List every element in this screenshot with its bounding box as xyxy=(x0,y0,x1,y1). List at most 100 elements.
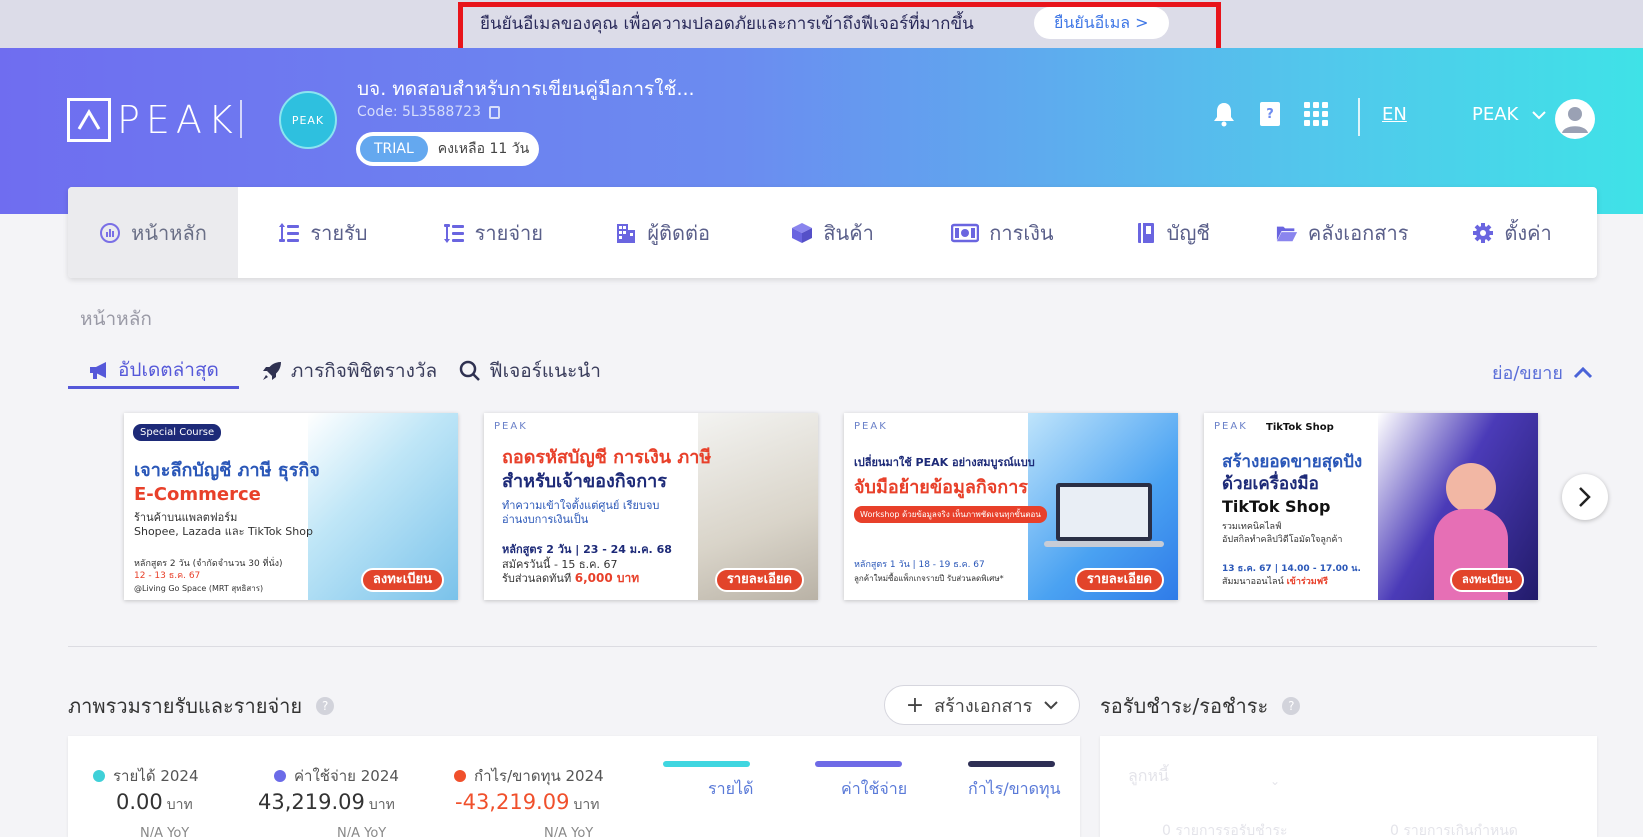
peak-logo-mark-icon xyxy=(67,98,111,142)
peak-mini-logo: PEAK xyxy=(1214,421,1248,432)
user-menu[interactable]: PEAK xyxy=(1472,104,1546,125)
verify-email-button[interactable]: ยืนยันอีเมล > xyxy=(1034,7,1169,39)
nav-item-accounting[interactable]: บัญชี xyxy=(1087,187,1257,278)
nav-item-contacts[interactable]: ผู้ติดต่อ xyxy=(578,187,748,278)
register-button[interactable]: ลงทะเบียน xyxy=(360,568,444,592)
banner-text: รับส่วนลดทันที xyxy=(502,572,572,585)
nav-label: คลังเอกสาร xyxy=(1307,220,1409,245)
legend-profit-label[interactable]: กำไร/ขาดทุน xyxy=(968,777,1061,802)
banner-text: สมัครวันนี้ - 15 ธ.ค. 67 xyxy=(502,558,618,571)
chevron-down-icon xyxy=(1044,701,1059,710)
promo-banner-data-migration[interactable]: PEAK เปลี่ยนมาใช้ PEAK อย่างสมบูรณ์แบบ จ… xyxy=(844,413,1178,600)
collapse-toggle[interactable]: ย่อ/ขยาย xyxy=(1492,358,1593,387)
stat-income-label: รายได้ 2024 xyxy=(93,764,199,788)
nav-item-settings[interactable]: ตั้งค่า xyxy=(1427,187,1597,278)
stat-label-text: ค่าใช้จ่าย 2024 xyxy=(294,767,399,785)
ledger-icon xyxy=(1135,222,1157,244)
banner-title: สำหรับเจ้าของกิจการ xyxy=(502,471,667,492)
nav-item-home[interactable]: หน้าหลัก xyxy=(68,187,238,278)
carousel-next-button[interactable] xyxy=(1562,474,1608,520)
chevron-down-icon xyxy=(1532,111,1546,120)
company-name[interactable]: บจ. ทดสอบสำหรับการเขียนคู่มือการใช้... xyxy=(357,74,695,104)
apps-grid-icon[interactable] xyxy=(1302,100,1330,128)
banner-text: อัปสกิลทำคลิปวิดีโอมัดใจลูกค้า xyxy=(1222,535,1343,545)
nav-label: รายจ่าย xyxy=(474,220,543,245)
stat-unit: บาท xyxy=(368,797,395,813)
stat-profit-value: -43,219.09 บาท xyxy=(455,790,599,816)
legend-expense-label[interactable]: ค่าใช้จ่าย xyxy=(841,777,907,802)
legend-income-bar xyxy=(663,761,750,767)
banner-text: อ่านงบการเงินเป็น xyxy=(502,513,589,526)
banner-title-accent: E-Commerce xyxy=(134,484,261,505)
income-dot xyxy=(93,770,105,782)
tab-missions[interactable]: ภารกิจพิชิตรางวัล xyxy=(261,353,437,389)
create-document-button[interactable]: + สร้างเอกสาร xyxy=(884,685,1080,725)
tab-features[interactable]: ฟีเจอร์แนะนำ xyxy=(459,353,601,389)
stat-unit: บาท xyxy=(166,797,193,813)
dashboard-gauge-icon xyxy=(99,222,121,244)
banner-text: รวมเทคนิคไลฟ์ xyxy=(1222,522,1282,532)
legend-profit-bar xyxy=(968,761,1055,767)
gear-icon xyxy=(1472,222,1494,244)
banner-title-accent: จับมือย้ายข้อมูลกิจการ xyxy=(854,477,1028,498)
stat-profit-label: กำไร/ขาดทุน 2024 xyxy=(454,764,604,788)
banner-title: เจาะลึกบัญชี ภาษี ธุรกิจ xyxy=(134,460,320,481)
expense-dot xyxy=(274,770,286,782)
tiktok-shop-label: TikTok Shop xyxy=(1266,422,1334,433)
nav-label: ผู้ติดต่อ xyxy=(647,220,711,245)
details-button[interactable]: รายละเอียด xyxy=(1074,568,1164,592)
collapse-label: ย่อ/ขยาย xyxy=(1492,363,1563,384)
nav-item-finance[interactable]: การเงิน xyxy=(918,187,1088,278)
trial-status[interactable]: TRIAL คงเหลือ 11 วัน xyxy=(356,132,539,166)
banner-title: TikTok Shop xyxy=(1222,497,1331,516)
peak-logo[interactable]: PEAK xyxy=(67,98,239,142)
help-icon[interactable]: ? xyxy=(1282,697,1301,715)
stat-expense-label: ค่าใช้จ่าย 2024 xyxy=(274,764,399,788)
laptop-base xyxy=(1044,541,1164,547)
header-divider-right xyxy=(1358,98,1360,136)
details-button[interactable]: รายละเอียด xyxy=(714,568,804,592)
banner-discount: รับส่วนลดทันที 6,000 บาท xyxy=(502,572,639,586)
nav-item-products[interactable]: สินค้า xyxy=(748,187,918,278)
receivables-title-text: รอรับชำระ/รอชำระ xyxy=(1100,694,1269,718)
profit-dot xyxy=(454,770,466,782)
user-avatar-icon[interactable] xyxy=(1555,99,1595,139)
nav-label: สินค้า xyxy=(823,220,874,245)
bell-icon[interactable] xyxy=(1210,100,1238,128)
receivables-filter[interactable]: ลูกหนี้ xyxy=(1128,764,1169,789)
nav-item-income[interactable]: รายรับ xyxy=(238,187,408,278)
stat-expense-yoy: N/A YoY xyxy=(337,826,387,837)
banner-tag: Special Course xyxy=(133,424,222,441)
nav-label: บัญชี xyxy=(1166,220,1210,245)
building-contact-icon xyxy=(615,222,637,244)
banner-date: 13 ธ.ค. 67 | 14.00 - 17.00 น. xyxy=(1222,564,1361,574)
promo-banner-tiktok-shop[interactable]: PEAK TikTok Shop สร้างยอดขายสุดปัง ด้วยเ… xyxy=(1204,413,1538,600)
banner-text: ร้านค้าบนแพลตฟอร์ม xyxy=(134,511,238,524)
stat-income-yoy: N/A YoY xyxy=(140,826,190,837)
legend-income-label[interactable]: รายได้ xyxy=(708,777,753,802)
promo-banner-accounting-course[interactable]: PEAK ถอดรหัสบัญชี การเงิน ภาษี สำหรับเจ้… xyxy=(484,413,818,600)
folder-open-icon xyxy=(1276,222,1298,244)
company-avatar[interactable]: PEAK xyxy=(279,91,337,149)
stat-profit-yoy: N/A YoY xyxy=(544,826,594,837)
plus-icon: + xyxy=(905,692,925,718)
legend-expense-bar xyxy=(815,761,902,767)
receivables-card: ลูกหนี้ ⌄ 0 รายการรอรับชำระ 0 รายการเกิน… xyxy=(1100,736,1597,837)
promo-banner-ecommerce[interactable]: Special Course เจาะลึกบัญชี ภาษี ธุรกิจ … xyxy=(124,413,458,600)
banner-title: สร้างยอดขายสุดปัง xyxy=(1222,452,1363,472)
stat-value-number: 0.00 xyxy=(116,790,163,814)
banner-date: หลักสูตร 1 วัน | 18 - 19 ธ.ค. 67 xyxy=(854,560,985,570)
nav-item-documents[interactable]: คลังเอกสาร xyxy=(1257,187,1427,278)
book-help-icon[interactable]: ? xyxy=(1256,100,1284,128)
overview-title: ภาพรวมรายรับและรายจ่าย? xyxy=(68,690,335,722)
copy-icon[interactable] xyxy=(489,105,501,119)
tab-updates[interactable]: อัปเดตล่าสุด xyxy=(68,353,239,389)
banner-text: Shopee, Lazada และ TikTok Shop xyxy=(134,525,313,538)
banner-free-label: เข้าร่วมฟรี xyxy=(1286,577,1328,587)
register-button[interactable]: ลงทะเบียน xyxy=(1450,568,1524,592)
nav-item-expense[interactable]: รายจ่าย xyxy=(408,187,578,278)
help-icon[interactable]: ? xyxy=(316,697,335,715)
peak-logo-text: PEAK xyxy=(117,98,239,142)
verify-email-message: ยืนยันอีเมลของคุณ เพื่อความปลอดภัยและการ… xyxy=(480,14,974,34)
language-switch[interactable]: EN xyxy=(1382,104,1407,125)
